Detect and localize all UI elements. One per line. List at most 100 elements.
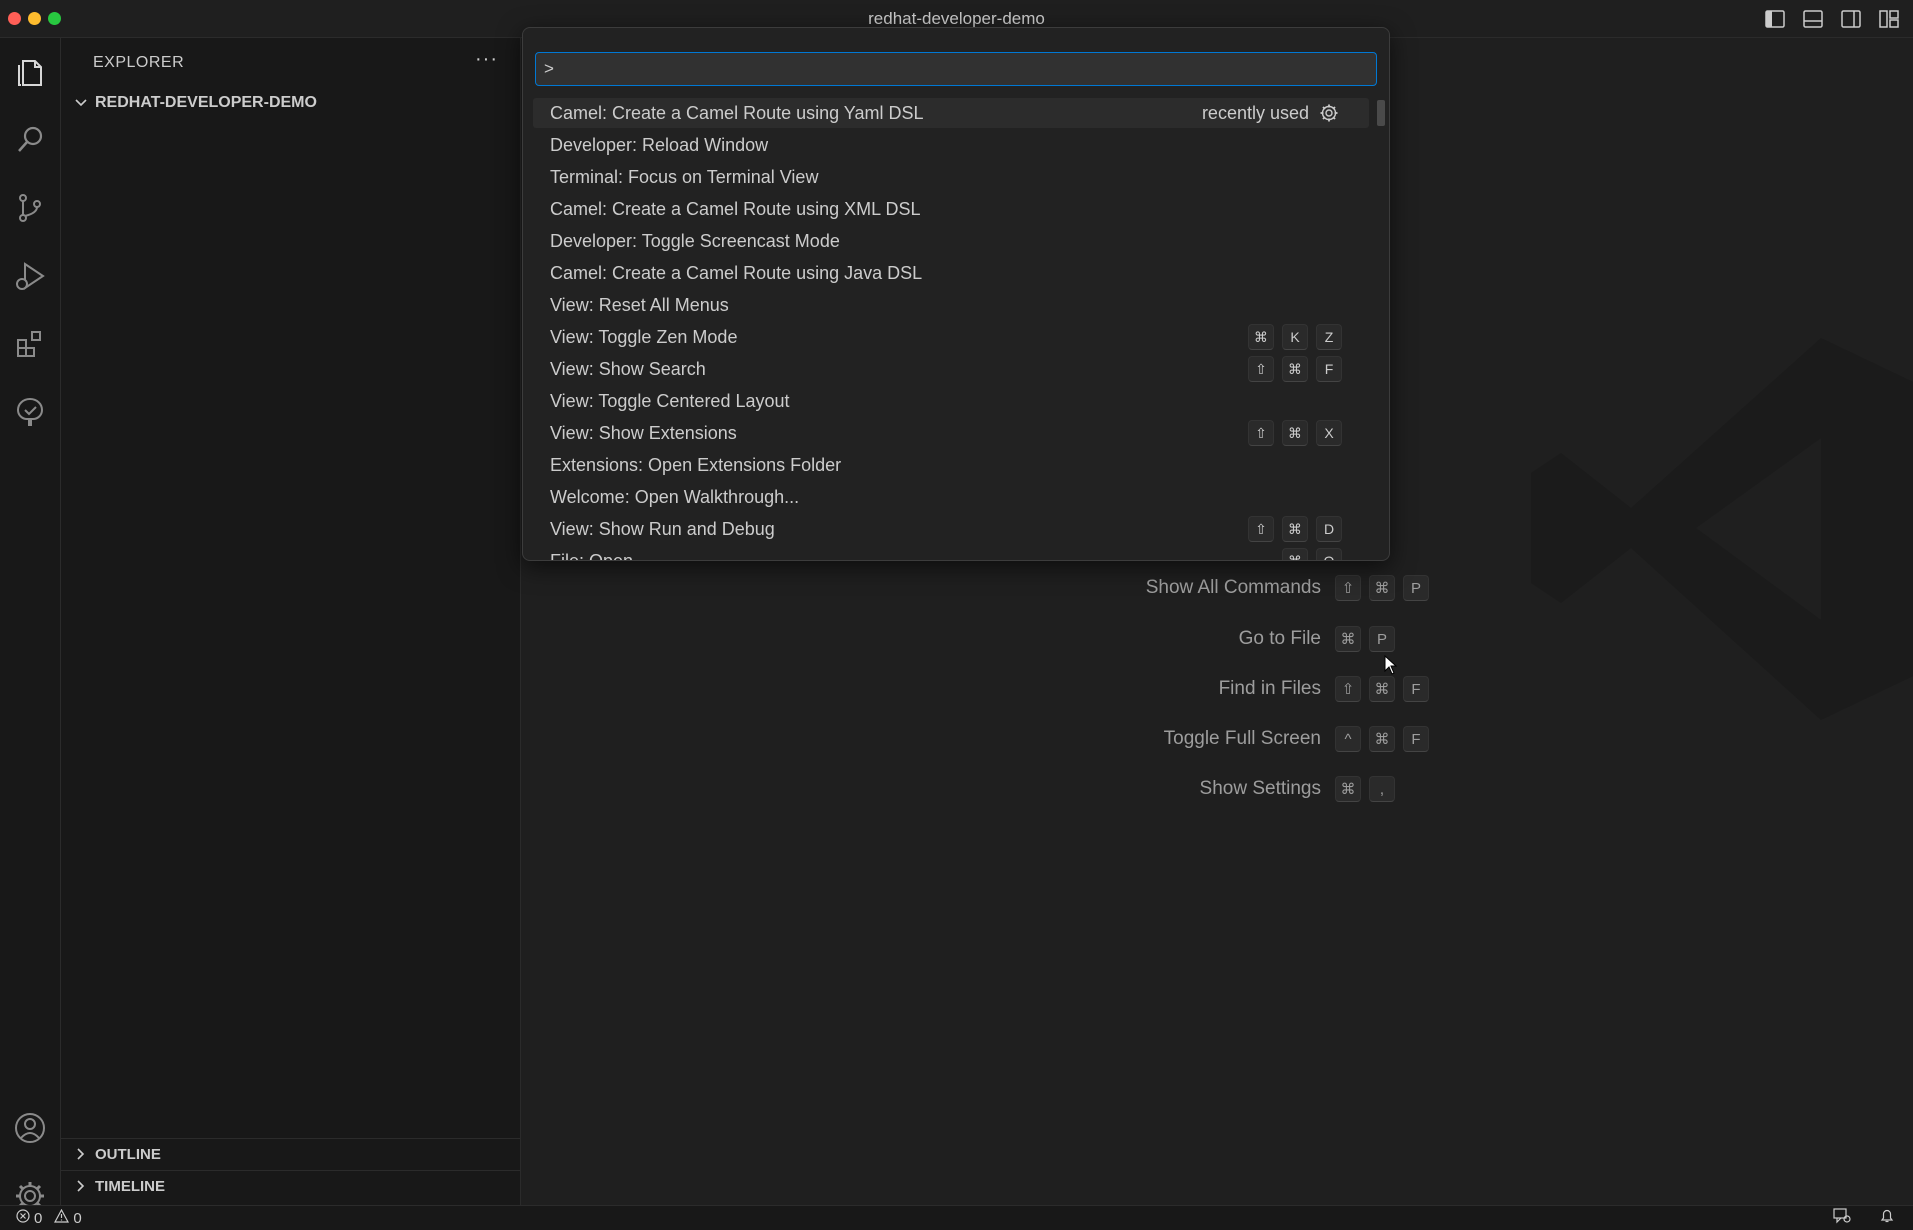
mouse-pointer-icon — [1384, 654, 1398, 680]
key-cap: D — [1316, 516, 1342, 542]
recently-used-label: recently used — [1201, 102, 1309, 123]
explorer-icon[interactable] — [0, 42, 60, 102]
error-icon — [16, 1209, 30, 1227]
key-cap: ⌘ — [1335, 626, 1361, 652]
shortcut-hint: Show All Commands ⇧ ⌘ P — [1061, 573, 1437, 603]
search-icon[interactable] — [0, 110, 60, 170]
command-label: File: Open... — [550, 550, 649, 561]
palette-scrollbar[interactable] — [1377, 100, 1385, 126]
command-item[interactable]: Extensions: Open Extensions Folder — [533, 450, 1369, 480]
feedback-icon[interactable] — [1833, 1208, 1851, 1228]
shortcut-hint: Show Settings ⌘, — [1061, 774, 1403, 804]
command-item[interactable]: View: Reset All Menus — [533, 290, 1369, 320]
command-item[interactable]: Developer: Toggle Screencast Mode — [533, 226, 1369, 256]
command-palette-input[interactable] — [535, 52, 1377, 86]
command-item[interactable]: View: Toggle Centered Layout — [533, 386, 1369, 416]
command-label: Camel: Create a Camel Route using XML DS… — [550, 198, 921, 219]
key-cap: ⌘ — [1282, 516, 1308, 542]
command-label: Camel: Create a Camel Route using Yaml D… — [550, 102, 924, 123]
key-cap: , — [1369, 776, 1395, 802]
key-cap: Z — [1316, 324, 1342, 350]
command-label: Camel: Create a Camel Route using Java D… — [550, 262, 923, 283]
command-label: Developer: Reload Window — [550, 134, 769, 155]
command-item[interactable]: File: Open... ⌘ O — [533, 546, 1369, 561]
shortcut-hint: Find in Files ⇧ ⌘ F — [1061, 674, 1437, 704]
command-label: Extensions: Open Extensions Folder — [550, 454, 842, 475]
command-item[interactable]: View: Show Search ⇧ ⌘ F — [533, 354, 1369, 384]
command-item[interactable]: View: Toggle Zen Mode ⌘ K Z — [533, 322, 1369, 352]
account-icon[interactable] — [0, 1098, 60, 1158]
command-item[interactable]: Developer: Reload Window — [533, 130, 1369, 160]
command-item[interactable]: View: Show Run and Debug ⇧ ⌘ D — [533, 514, 1369, 544]
openshift-icon[interactable] — [0, 382, 60, 442]
shortcut-label: Find in Files — [1218, 678, 1321, 699]
command-label: Welcome: Open Walkthrough... — [550, 486, 800, 507]
activity-bar — [0, 38, 61, 1214]
shortcut-label: Go to File — [1238, 628, 1321, 649]
key-cap: ⇧ — [1335, 575, 1361, 601]
workspace-folder[interactable]: REDHAT-DEVELOPER-DEMO — [71, 93, 317, 113]
shortcut-label: Toggle Full Screen — [1163, 728, 1321, 749]
keybinding: ⇧ ⌘ X — [1240, 420, 1342, 446]
recently-used-indicator: recently used — [1202, 103, 1339, 124]
toggle-secondary-sidebar-icon[interactable] — [1839, 7, 1863, 31]
problems-indicator[interactable]: 0 0 — [16, 1208, 82, 1227]
explorer-sidebar: EXPLORER ··· REDHAT-DEVELOPER-DEMO OUTLI… — [61, 38, 521, 1214]
keybinding: ⇧ ⌘ F — [1240, 356, 1342, 382]
command-label: View: Show Run and Debug — [550, 518, 775, 539]
key-cap: P — [1369, 626, 1395, 652]
command-item[interactable]: Terminal: Focus on Terminal View — [533, 162, 1369, 192]
window-title: redhat-developer-demo — [868, 9, 1045, 28]
run-debug-icon[interactable] — [0, 246, 60, 306]
extensions-icon[interactable] — [0, 314, 60, 374]
command-label: View: Toggle Centered Layout — [550, 390, 790, 411]
command-item[interactable]: Camel: Create a Camel Route using XML DS… — [533, 194, 1369, 224]
explorer-title: EXPLORER — [93, 54, 185, 71]
source-control-icon[interactable] — [0, 178, 60, 238]
key-cap: F — [1403, 726, 1429, 752]
status-bar: 0 0 — [0, 1205, 1913, 1230]
key-cap: F — [1403, 676, 1429, 702]
command-item[interactable]: Camel: Create a Camel Route using Yaml D… — [533, 98, 1369, 128]
notifications-bell-icon[interactable] — [1879, 1208, 1895, 1228]
key-cap: ⌘ — [1369, 726, 1395, 752]
layout-controls — [1763, 7, 1901, 31]
command-label: View: Show Search — [550, 358, 706, 379]
keybinding: ⌘ O — [1274, 548, 1342, 560]
key-cap: P — [1403, 575, 1429, 601]
command-item[interactable]: Camel: Create a Camel Route using Java D… — [533, 258, 1369, 288]
customize-layout-icon[interactable] — [1877, 7, 1901, 31]
toggle-panel-icon[interactable] — [1801, 7, 1825, 31]
outline-label: OUTLINE — [95, 1145, 161, 1163]
key-cap: K — [1282, 324, 1308, 350]
chevron-right-icon — [71, 1176, 91, 1196]
timeline-label: TIMELINE — [95, 1177, 165, 1195]
timeline-section[interactable]: TIMELINE — [61, 1170, 520, 1201]
key-cap: O — [1316, 548, 1342, 560]
key-cap: ⌘ — [1282, 420, 1308, 446]
key-cap: ⇧ — [1248, 356, 1274, 382]
command-label: View: Toggle Zen Mode — [550, 326, 738, 347]
outline-section[interactable]: OUTLINE — [61, 1138, 520, 1169]
more-actions-button[interactable]: ··· — [475, 48, 498, 71]
toggle-primary-sidebar-icon[interactable] — [1763, 7, 1787, 31]
keybinding: ⌘ K Z — [1240, 324, 1342, 350]
command-item[interactable]: Welcome: Open Walkthrough... — [533, 482, 1369, 512]
command-item[interactable]: View: Show Extensions ⇧ ⌘ X — [533, 418, 1369, 448]
command-palette: Camel: Create a Camel Route using Yaml D… — [522, 27, 1390, 561]
configure-keybinding-gear-icon[interactable] — [1319, 103, 1339, 123]
status-right — [1833, 1208, 1895, 1228]
command-list: Camel: Create a Camel Route using Yaml D… — [533, 98, 1369, 561]
command-label: Developer: Toggle Screencast Mode — [550, 230, 840, 251]
vscode-watermark-logo — [1521, 328, 1913, 733]
key-cap: ⌘ — [1282, 356, 1308, 382]
key-cap: X — [1316, 420, 1342, 446]
chevron-down-icon — [71, 93, 91, 113]
shortcut-label: Show Settings — [1199, 778, 1321, 799]
key-cap: ⌘ — [1248, 324, 1274, 350]
error-count: 0 — [34, 1209, 43, 1227]
folder-label: REDHAT-DEVELOPER-DEMO — [95, 94, 317, 111]
key-cap: ⇧ — [1335, 676, 1361, 702]
chevron-right-icon — [71, 1144, 91, 1164]
command-label: View: Show Extensions — [550, 422, 737, 443]
